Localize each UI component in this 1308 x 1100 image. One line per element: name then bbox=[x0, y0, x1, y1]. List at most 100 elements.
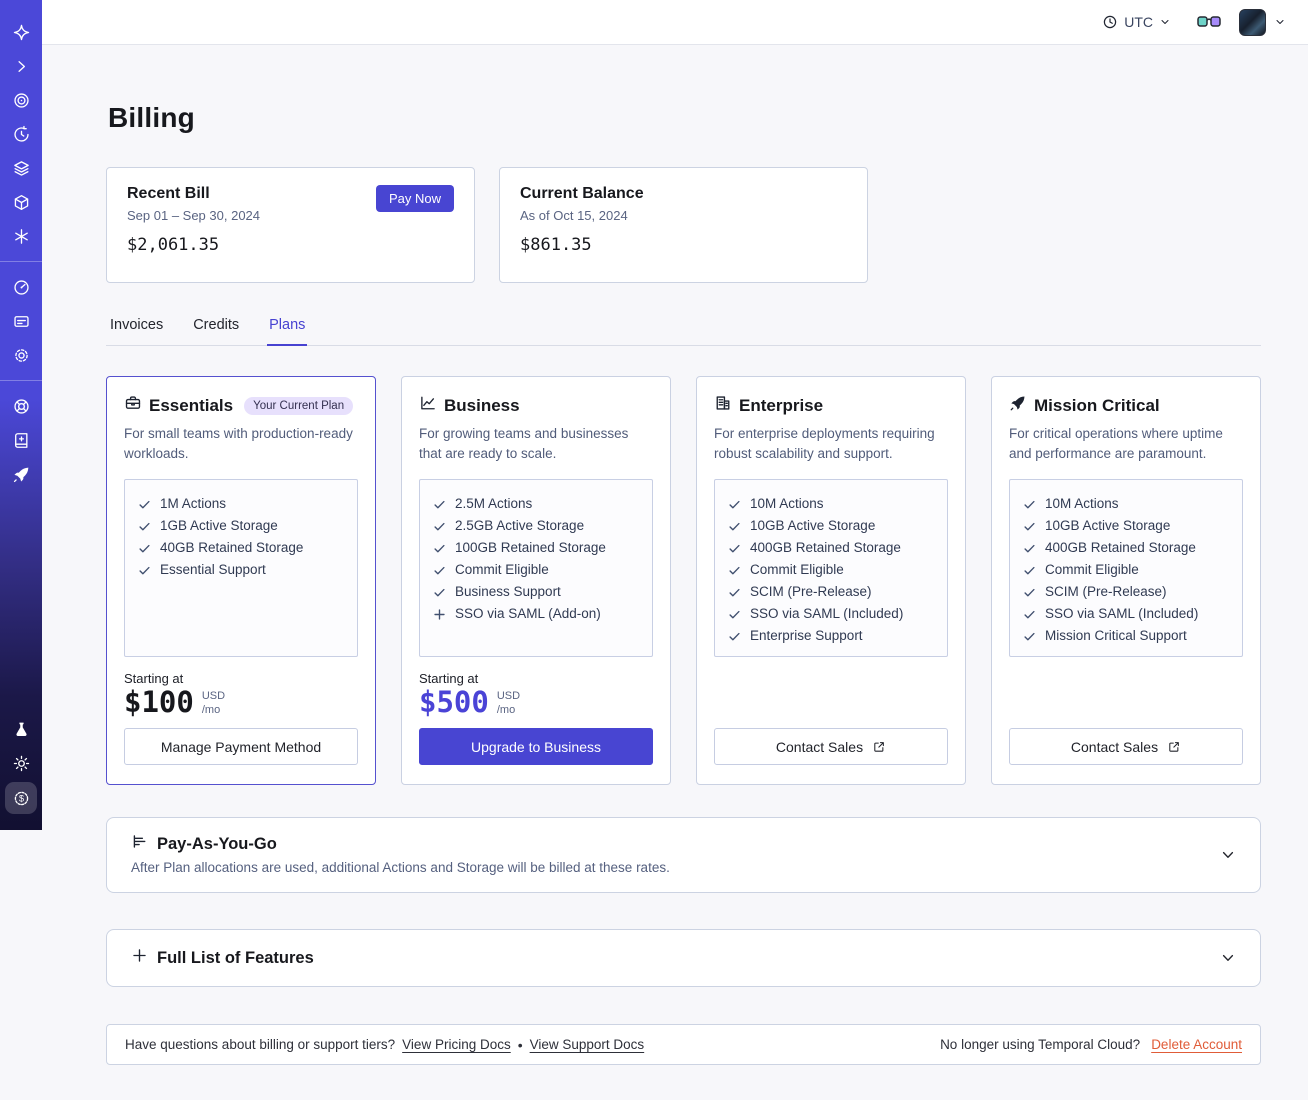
plan-card-mission-critical: Mission Critical For critical operations… bbox=[991, 376, 1261, 785]
check-icon bbox=[728, 625, 742, 647]
sidebar-item-rocket[interactable] bbox=[6, 459, 36, 489]
footer-question: Have questions about billing or support … bbox=[125, 1037, 396, 1052]
page-title: Billing bbox=[108, 102, 195, 133]
feature-label: 10M Actions bbox=[750, 496, 824, 511]
chart-line-icon bbox=[419, 394, 437, 417]
feature-item: SSO via SAML (Included) bbox=[728, 603, 934, 625]
sidebar-item-billing-card[interactable] bbox=[6, 306, 36, 336]
sidebar-item-retry-clock[interactable] bbox=[6, 119, 36, 149]
feature-item: SCIM (Pre-Release) bbox=[728, 581, 934, 603]
check-icon bbox=[433, 515, 447, 537]
plan-description: For growing teams and businesses that ar… bbox=[419, 426, 629, 461]
check-icon bbox=[728, 559, 742, 581]
check-icon bbox=[1023, 537, 1037, 559]
sidebar-item-chevron-right[interactable] bbox=[6, 51, 36, 81]
price-amount: $500 bbox=[419, 685, 489, 719]
view-pricing-docs-link[interactable]: View Pricing Docs bbox=[402, 1037, 511, 1052]
tab-credits[interactable]: Credits bbox=[191, 311, 241, 346]
check-icon bbox=[138, 515, 152, 537]
timezone-selector[interactable]: UTC bbox=[1102, 14, 1171, 30]
feature-item: Commit Eligible bbox=[728, 559, 934, 581]
sidebar-item-flask[interactable] bbox=[6, 714, 36, 744]
feature-label: Commit Eligible bbox=[1045, 562, 1139, 577]
sidebar-item-cube[interactable] bbox=[6, 187, 36, 217]
briefcase-icon bbox=[124, 394, 142, 417]
sparkle-logo-icon bbox=[12, 23, 31, 42]
feature-item: 10M Actions bbox=[728, 493, 934, 515]
plan-feature-box: 10M Actions 10GB Active Storage 400GB Re… bbox=[1009, 479, 1243, 657]
check-icon bbox=[1023, 559, 1037, 581]
full-list-of-features-panel[interactable]: Full List of Features bbox=[106, 929, 1261, 987]
flask-icon bbox=[12, 720, 31, 739]
check-icon bbox=[1023, 493, 1037, 515]
price-amount: $100 bbox=[124, 685, 194, 719]
sidebar-item-gear[interactable] bbox=[6, 340, 36, 370]
pay-now-button[interactable]: Pay Now bbox=[375, 185, 454, 212]
billing-summary-row: Recent Bill Sep 01 – Sep 30, 2024 $2,061… bbox=[106, 167, 1261, 283]
view-support-docs-link[interactable]: View Support Docs bbox=[530, 1037, 645, 1052]
rocket-icon bbox=[12, 465, 31, 484]
feature-item: SSO via SAML (Add-on) bbox=[433, 603, 639, 625]
tab-plans[interactable]: Plans bbox=[267, 311, 308, 346]
contact-sales-button[interactable]: Contact Sales bbox=[1009, 728, 1243, 765]
plan-description: For critical operations where uptime and… bbox=[1009, 426, 1223, 461]
price-period: /mo bbox=[496, 704, 516, 717]
feature-item: 1M Actions bbox=[138, 493, 344, 515]
feature-label: Mission Critical Support bbox=[1045, 628, 1187, 643]
gear-icon bbox=[12, 346, 31, 365]
sidebar-item-asterisk[interactable] bbox=[6, 221, 36, 251]
sidebar-item-sparkle-logo[interactable] bbox=[6, 17, 36, 47]
billing-card-icon bbox=[12, 312, 31, 331]
sidebar-item-sun[interactable] bbox=[6, 748, 36, 778]
topbar: UTC bbox=[42, 0, 1308, 45]
external-link-icon bbox=[872, 740, 886, 754]
pay-as-you-go-title: Pay-As-You-Go bbox=[157, 834, 277, 853]
sidebar-item-lifebuoy[interactable] bbox=[6, 391, 36, 421]
feature-label: SCIM (Pre-Release) bbox=[750, 584, 872, 599]
account-menu-chevron-down-icon[interactable] bbox=[1274, 16, 1286, 28]
footer-bullet: • bbox=[517, 1036, 523, 1053]
feature-label: Enterprise Support bbox=[750, 628, 863, 643]
feature-item: 2.5M Actions bbox=[433, 493, 639, 515]
sidebar-item-dollar-gear[interactable]: $ bbox=[5, 782, 37, 814]
summary-card-current-balance: Current Balance As of Oct 15, 2024 $861.… bbox=[499, 167, 868, 283]
feature-item: 40GB Retained Storage bbox=[138, 537, 344, 559]
upgrade-to-business-button[interactable]: Upgrade to Business bbox=[419, 728, 653, 765]
contact-sales-button[interactable]: Contact Sales bbox=[714, 728, 948, 765]
feature-item: 2.5GB Active Storage bbox=[433, 515, 639, 537]
plan-name: Essentials bbox=[149, 395, 234, 415]
chevron-down-icon[interactable] bbox=[1220, 950, 1236, 966]
feedback-glasses-icon[interactable] bbox=[1197, 15, 1221, 29]
lifebuoy-icon bbox=[12, 397, 31, 416]
price-period: /mo bbox=[201, 704, 221, 717]
check-icon bbox=[728, 603, 742, 625]
building-icon bbox=[714, 394, 732, 417]
timezone-label: UTC bbox=[1124, 14, 1153, 30]
plus-icon bbox=[433, 603, 447, 625]
sidebar-item-book-plus[interactable] bbox=[6, 425, 36, 455]
sidebar-item-gauge[interactable] bbox=[6, 272, 36, 302]
check-icon bbox=[1023, 603, 1037, 625]
plans-row: Essentials Your Current Plan For small t… bbox=[106, 376, 1261, 785]
feature-item: 1GB Active Storage bbox=[138, 515, 344, 537]
retry-clock-icon bbox=[12, 125, 31, 144]
feature-label: SCIM (Pre-Release) bbox=[1045, 584, 1167, 599]
check-icon bbox=[433, 559, 447, 581]
dollar-gear-icon: $ bbox=[12, 789, 31, 808]
sidebar-divider bbox=[0, 261, 42, 262]
chevron-down-icon[interactable] bbox=[1220, 847, 1236, 863]
feature-item: SSO via SAML (Included) bbox=[1023, 603, 1229, 625]
feature-item: SCIM (Pre-Release) bbox=[1023, 581, 1229, 603]
tab-invoices[interactable]: Invoices bbox=[108, 311, 165, 346]
delete-account-link[interactable]: Delete Account bbox=[1151, 1037, 1242, 1052]
feature-label: 10M Actions bbox=[1045, 496, 1119, 511]
check-icon bbox=[728, 493, 742, 515]
check-icon bbox=[728, 537, 742, 559]
price-prefix: Starting at bbox=[124, 671, 184, 686]
manage-payment-method-button[interactable]: Manage Payment Method bbox=[124, 728, 358, 765]
sidebar-item-spiral[interactable] bbox=[6, 85, 36, 115]
user-avatar[interactable] bbox=[1239, 8, 1266, 36]
sidebar-item-layers[interactable] bbox=[6, 153, 36, 183]
pay-as-you-go-panel[interactable]: Pay-As-You-Go After Plan allocations are… bbox=[106, 817, 1261, 893]
plan-card-business: Business For growing teams and businesse… bbox=[401, 376, 671, 785]
